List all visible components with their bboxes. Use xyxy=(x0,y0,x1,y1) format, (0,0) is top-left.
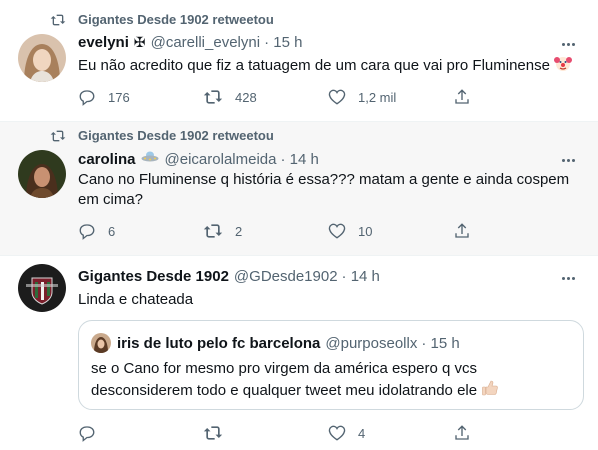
reply-button[interactable]: 6 xyxy=(78,222,203,240)
reply-icon xyxy=(79,224,95,240)
share-button[interactable] xyxy=(453,424,493,442)
like-count: 10 xyxy=(358,223,373,239)
thumbs-up-emoji xyxy=(481,379,499,403)
reply-count: 6 xyxy=(108,223,116,239)
tweet-text: Cano no Fluminense q história é essa??? … xyxy=(78,171,570,208)
handle[interactable]: @carelli_evelyni xyxy=(151,34,260,51)
like-button[interactable]: 1,2 mil xyxy=(328,88,453,106)
reply-count: 176 xyxy=(108,89,130,105)
more-options-icon[interactable] xyxy=(558,34,578,54)
retweet-indicator: Gigantes Desde 1902 retweetou xyxy=(50,12,274,27)
retweet-label[interactable]: Gigantes Desde 1902 retweetou xyxy=(78,128,274,143)
avatar[interactable] xyxy=(18,264,66,312)
tweet-header: carolina @eicarolalmeida · 14 h xyxy=(78,150,319,168)
retweet-icon xyxy=(50,14,66,25)
retweet-button[interactable]: 2 xyxy=(203,222,328,240)
clown-face-emoji xyxy=(554,54,573,78)
display-name[interactable]: Gigantes Desde 1902 xyxy=(78,268,229,285)
heart-icon xyxy=(328,223,346,239)
flying-saucer-emoji xyxy=(141,150,159,168)
avatar[interactable] xyxy=(18,34,66,82)
tweet-header: evelyni ✠ @carelli_evelyni · 15 h xyxy=(78,34,302,51)
tweet-text: Linda e chateada xyxy=(78,291,194,308)
retweet-icon xyxy=(203,224,223,238)
share-button[interactable] xyxy=(453,88,493,106)
handle[interactable]: @GDesde1902 xyxy=(234,268,338,285)
display-name[interactable]: carolina xyxy=(78,151,136,168)
retweet-button[interactable]: 428 xyxy=(203,88,328,106)
share-icon xyxy=(455,425,469,440)
quoted-display-name: iris de luto pelo fc barcelona xyxy=(117,334,321,352)
like-count: 1,2 mil xyxy=(358,89,397,105)
tweet-1[interactable]: Gigantes Desde 1902 retweetou evelyni ✠ … xyxy=(0,0,598,122)
share-icon xyxy=(455,89,469,104)
share-button[interactable] xyxy=(453,222,493,240)
quoted-handle: @purposeollx xyxy=(325,334,418,352)
retweet-indicator: Gigantes Desde 1902 retweetou xyxy=(50,128,274,143)
retweet-icon xyxy=(203,426,223,440)
like-button[interactable]: 4 xyxy=(328,424,453,442)
retweet-button[interactable] xyxy=(203,424,328,442)
tweet-2[interactable]: Gigantes Desde 1902 retweetou carolina @… xyxy=(0,122,598,256)
share-icon xyxy=(455,223,469,238)
retweet-label[interactable]: Gigantes Desde 1902 retweetou xyxy=(78,12,274,27)
like-count: 4 xyxy=(358,425,366,441)
quoted-tweet-text: se o Cano for mesmo pro virgem da améric… xyxy=(91,359,571,403)
like-button[interactable]: 10 xyxy=(328,222,453,240)
avatar xyxy=(91,333,111,353)
timestamp[interactable]: · 14 h xyxy=(280,151,318,168)
reply-icon xyxy=(79,90,95,106)
reply-button[interactable] xyxy=(78,424,203,442)
quoted-timestamp: · 15 h xyxy=(421,334,460,352)
more-options-icon[interactable] xyxy=(558,268,578,288)
reply-button[interactable]: 176 xyxy=(78,88,203,106)
tweet-actions: 4 xyxy=(78,424,508,442)
name-badge: ✠ xyxy=(133,34,146,50)
handle[interactable]: @eicarolalmeida xyxy=(165,151,277,168)
timestamp[interactable]: · 14 h xyxy=(342,268,380,285)
reply-icon xyxy=(79,426,95,442)
tweet-actions: 6 2 10 xyxy=(78,222,508,240)
timestamp[interactable]: · 15 h xyxy=(264,34,302,51)
retweet-count: 428 xyxy=(235,89,257,105)
display-name[interactable]: evelyni xyxy=(78,34,129,51)
heart-icon xyxy=(328,425,346,441)
retweet-count: 2 xyxy=(235,223,243,239)
avatar[interactable] xyxy=(18,150,66,198)
heart-icon xyxy=(328,89,346,105)
retweet-icon xyxy=(203,90,223,104)
retweet-icon xyxy=(50,130,66,141)
tweet-text: Eu não acredito que fiz a tatuagem de um… xyxy=(78,54,583,78)
tweet-actions: 176 428 1,2 mil xyxy=(78,88,508,106)
tweet-header: Gigantes Desde 1902 @GDesde1902 · 14 h xyxy=(78,268,380,285)
quoted-tweet[interactable]: iris de luto pelo fc barcelona @purposeo… xyxy=(78,320,584,410)
more-options-icon[interactable] xyxy=(558,150,578,170)
quoted-tweet-header: iris de luto pelo fc barcelona @purposeo… xyxy=(91,333,460,353)
